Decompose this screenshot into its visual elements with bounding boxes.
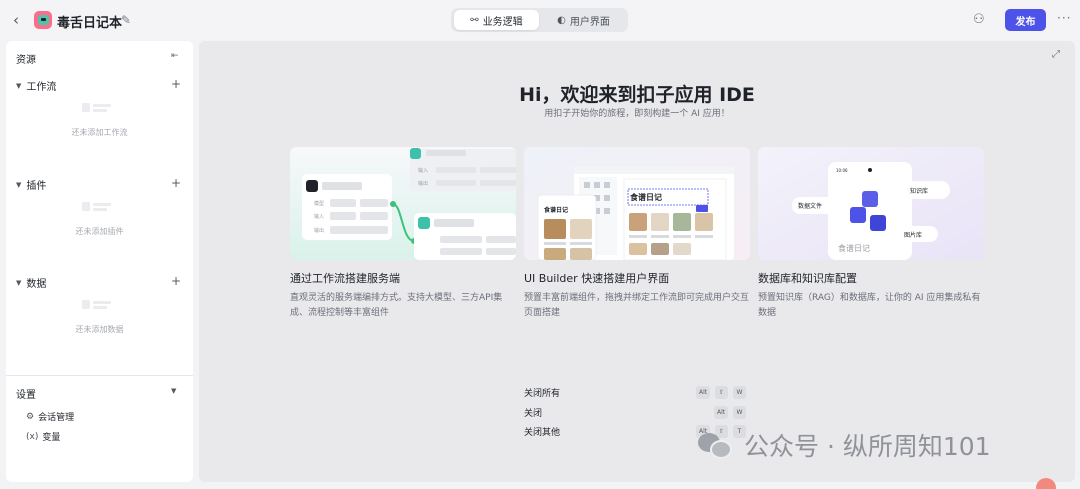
add-data-button[interactable]: + — [171, 274, 181, 288]
workflow-illustration: 输入 输出 模型 输入 输出 — [290, 147, 516, 260]
illus-label: 10:06 — [836, 168, 848, 173]
chevron-down-icon: ▼ — [16, 278, 22, 287]
card-title: 通过工作流搭建服务端 — [290, 272, 400, 285]
shortcut-label: 关闭所有 — [524, 389, 561, 399]
card-title: UI Builder 快速搭建用户界面 — [524, 272, 670, 285]
shortcut-close-all: 关闭所有 Alt ⇧ W — [524, 386, 749, 400]
key-w: W — [733, 406, 746, 419]
empty-state-text: 还未添加数据 — [75, 325, 124, 334]
settings-title: 设置 — [16, 390, 36, 401]
empty-state-text: 还未添加工作流 — [71, 128, 128, 137]
app-icon — [34, 11, 52, 29]
welcome-headline: Hi，欢迎来到扣子应用 IDE — [519, 84, 755, 106]
key-shift: ⇧ — [715, 386, 728, 399]
section-data-toggle[interactable]: ▼ 数据 — [16, 275, 46, 291]
ui-builder-illustration-svg: 食谱日记 食谱日记 — [524, 147, 750, 260]
sidebar-title: 资源 — [16, 55, 36, 66]
back-icon[interactable]: ‹ — [13, 12, 27, 28]
illus-label: 食谱日记 — [630, 192, 662, 202]
collapse-sidebar-icon[interactable]: ⇤ — [171, 51, 179, 61]
illus-label: 食谱日记 — [543, 206, 568, 214]
card-description: 直观灵活的服务端编排方式。支持大模型、三方API集成、流程控制等丰富组件 — [290, 293, 503, 318]
watermark: 公众号 · 纵所周知101 — [696, 429, 991, 461]
variable-icon: (x) — [26, 431, 39, 442]
empty-state-icon — [82, 103, 116, 117]
key-w: W — [733, 386, 746, 399]
workflow-icon: ⚯ — [470, 14, 479, 26]
illus-label: 输出 — [314, 227, 324, 234]
welcome-subline: 用扣子开始你的旅程，即刻构建一个 AI 应用！ — [544, 109, 730, 119]
ui-builder-illustration: 食谱日记 食谱日记 — [524, 147, 750, 260]
resource-sidebar: 资源 ⇤ ▼ 工作流 + 还未添加工作流 ▼ 插件 + 还未添加插件 ▼ 数据 … — [6, 41, 193, 482]
shortcut-label: 关闭其他 — [524, 428, 561, 438]
card-description: 预置丰富前端组件，拖拽并绑定工作流即可完成用户交互页面搭建 — [524, 293, 750, 318]
illus-label: 输入 — [314, 213, 324, 220]
chevron-down-icon: ▼ — [16, 81, 22, 90]
sidebar-divider — [6, 375, 193, 376]
publish-button[interactable]: 发布 — [1005, 9, 1046, 31]
settings-item-variable[interactable]: (x) 变量 — [26, 430, 60, 444]
key-alt: Alt — [696, 386, 711, 399]
chevron-down-icon: ▼ — [16, 180, 22, 189]
empty-state-text: 还未添加插件 — [75, 227, 124, 236]
add-workflow-button[interactable]: + — [171, 77, 181, 91]
key-alt: Alt — [714, 406, 729, 419]
wechat-icon — [696, 430, 734, 460]
section-plugin-toggle[interactable]: ▼ 插件 — [16, 177, 46, 193]
empty-state-icon — [82, 202, 116, 216]
empty-state-icon — [82, 300, 116, 314]
shortcut-close: 关闭 Alt W — [524, 406, 749, 420]
collaborators-icon[interactable]: ⚇ — [973, 12, 985, 27]
tab-business-logic[interactable]: ⚯ 业务逻辑 — [454, 10, 539, 30]
illus-label: 知识库 — [910, 187, 928, 195]
chevron-down-icon[interactable]: ▼ — [171, 387, 176, 395]
watermark-text: 公众号 · 纵所周知101 — [744, 432, 991, 461]
main-canvas: ⤢ Hi，欢迎来到扣子应用 IDE 用扣子开始你的旅程，即刻构建一个 AI 应用… — [199, 41, 1075, 482]
card-description: 预置知识库（RAG）和数据库，让你的 AI 应用集成私有数据 — [758, 293, 981, 318]
more-icon[interactable]: ··· — [1057, 11, 1071, 25]
edit-icon[interactable]: ✎ — [121, 13, 131, 27]
tab-user-interface[interactable]: ◐ 用户界面 — [541, 10, 626, 30]
app-title: 毒舌日记本 — [57, 16, 123, 31]
illus-label: 输出 — [418, 180, 428, 187]
palette-icon: ◐ — [557, 14, 566, 26]
card-title: 数据库和知识库配置 — [758, 272, 857, 285]
illus-label: 模型 — [314, 200, 324, 207]
illus-label: 输入 — [418, 167, 428, 174]
illus-label: 食谱日记 — [838, 243, 870, 253]
add-plugin-button[interactable]: + — [171, 176, 181, 190]
view-switcher: ⚯ 业务逻辑 ◐ 用户界面 — [451, 8, 628, 32]
section-workflow-toggle[interactable]: ▼ 工作流 — [16, 78, 56, 94]
expand-icon[interactable]: ⤢ — [1052, 49, 1060, 60]
workflow-illustration-svg: 输入 输出 模型 输入 输出 — [290, 147, 516, 260]
illus-label: 数据文件 — [798, 202, 822, 210]
top-bar: ‹ 毒舌日记本 ✎ ⚯ 业务逻辑 ◐ 用户界面 ⚇ 发布 ··· — [0, 0, 1080, 40]
illus-label: 图片库 — [904, 231, 922, 239]
shortcut-label: 关闭 — [524, 409, 543, 419]
database-illustration-svg: 10:06 食谱日记 数据文件 知识库 图片库 — [758, 147, 984, 260]
session-icon: ⚙ — [26, 411, 35, 422]
settings-item-session[interactable]: ⚙ 会话管理 — [26, 410, 74, 424]
database-illustration: 10:06 食谱日记 数据文件 知识库 图片库 — [758, 147, 984, 260]
